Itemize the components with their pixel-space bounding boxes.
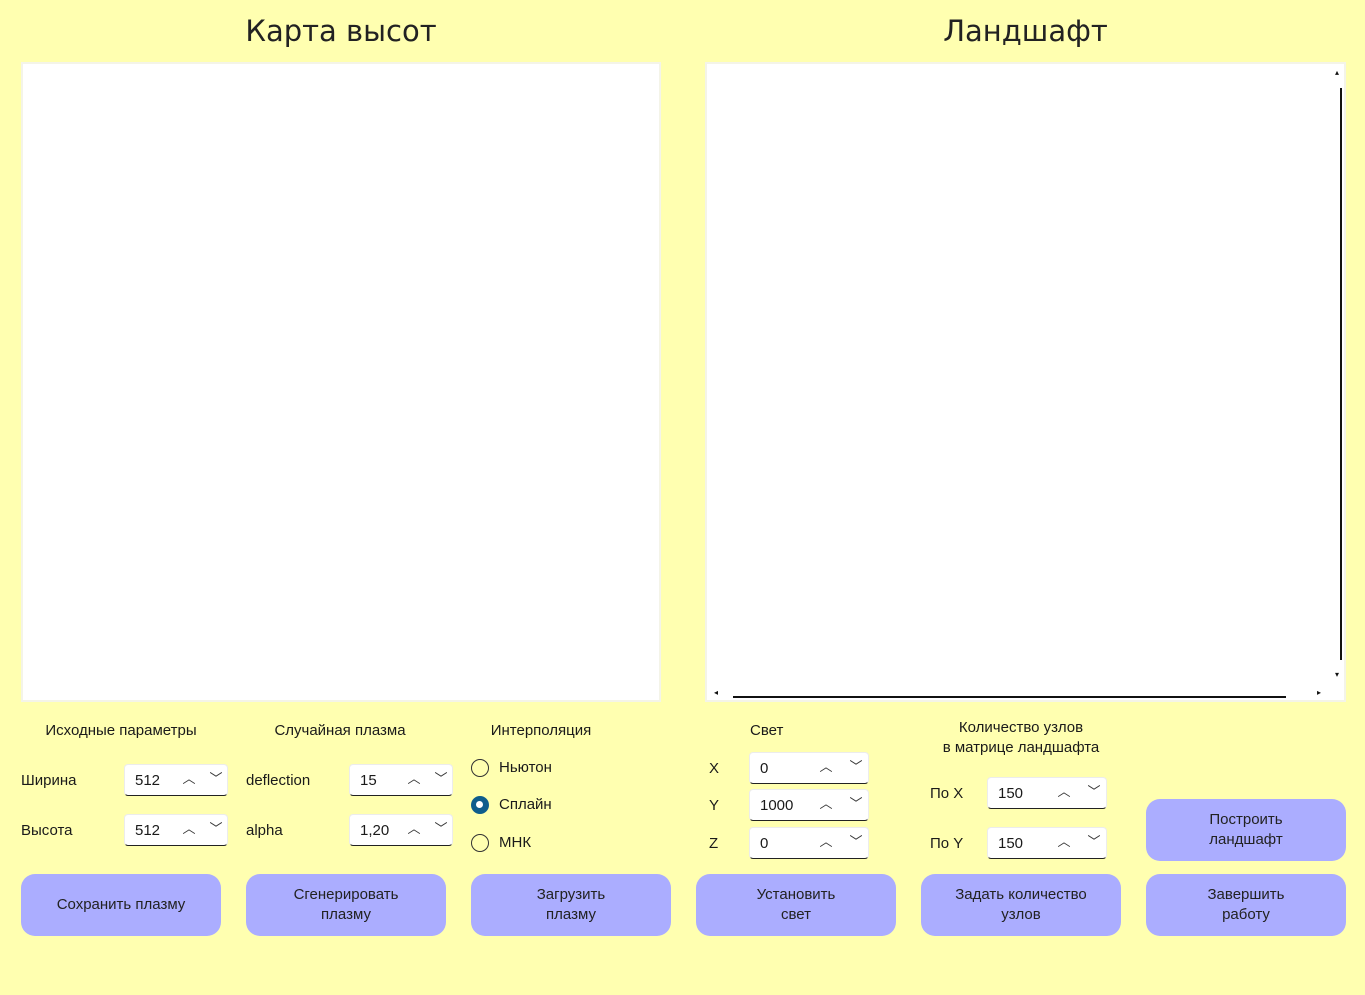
heightmap-canvas[interactable] [21, 62, 661, 702]
chevron-up-icon[interactable]: ︿ [180, 770, 198, 790]
chevron-down-icon[interactable]: ﹀ [207, 820, 225, 840]
deflection-value[interactable]: 15 [360, 772, 377, 789]
chevron-up-icon[interactable]: ︿ [180, 820, 198, 840]
chevron-up-icon[interactable]: ︿ [1055, 783, 1073, 803]
width-spinbox[interactable]: 512 ︿ ﹀ [124, 764, 228, 796]
deflection-spinbox[interactable]: 15 ︿ ﹀ [349, 764, 453, 796]
radio-spline[interactable]: Сплайн [471, 796, 591, 818]
radio-spline-label[interactable]: Сплайн [499, 796, 552, 813]
nodes-y-label: По Y [930, 835, 964, 852]
chevron-up-icon[interactable]: ︿ [1055, 833, 1073, 853]
height-label: Высота [21, 822, 73, 839]
chevron-up-icon[interactable]: ︿ [817, 833, 835, 853]
nodes-x-spinbox[interactable]: 150 ︿ ﹀ [987, 777, 1107, 809]
chevron-up-icon[interactable]: ︿ [817, 795, 835, 815]
heightmap-title: Карта высот [245, 14, 437, 48]
radio-lsm[interactable]: МНК [471, 834, 591, 856]
finish-button[interactable]: Завершить работу [1146, 874, 1346, 936]
light-z-spinbox[interactable]: 0 ︿ ﹀ [749, 827, 869, 859]
alpha-spinbox[interactable]: 1,20 ︿ ﹀ [349, 814, 453, 846]
height-value[interactable]: 512 [135, 822, 160, 839]
chevron-down-icon[interactable]: ﹀ [1085, 783, 1103, 803]
chevron-up-icon[interactable]: ︿ [817, 758, 835, 778]
chevron-down-icon[interactable]: ﹀ [847, 758, 865, 778]
chevron-down-icon[interactable]: ﹀ [847, 833, 865, 853]
light-x-spinbox[interactable]: 0 ︿ ﹀ [749, 752, 869, 784]
vertical-scroll-track[interactable] [1340, 88, 1342, 660]
width-label: Ширина [21, 772, 77, 789]
chevron-up-icon[interactable]: ︿ [405, 770, 423, 790]
light-x-label: X [709, 760, 720, 777]
set-nodes-button[interactable]: Задать количество узлов [921, 874, 1121, 936]
chevron-up-icon[interactable]: ︿ [405, 820, 423, 840]
chevron-down-icon[interactable]: ﹀ [432, 770, 450, 790]
scroll-left-arrow-icon[interactable]: ◂ [711, 688, 721, 698]
light-x-value[interactable]: 0 [760, 760, 768, 777]
landscape-canvas[interactable]: ▴ ▾ ◂ ▸ [705, 62, 1346, 702]
light-z-label: Z [709, 835, 719, 852]
chevron-down-icon[interactable]: ﹀ [847, 795, 865, 815]
scroll-down-arrow-icon[interactable]: ▾ [1332, 670, 1342, 680]
light-y-spinbox[interactable]: 1000 ︿ ﹀ [749, 789, 869, 821]
deflection-label: deflection [246, 772, 311, 789]
landscape-horizontal-scrollbar[interactable]: ◂ ▸ [711, 686, 1324, 698]
nodes-y-spinbox[interactable]: 150 ︿ ﹀ [987, 827, 1107, 859]
source-params-heading: Исходные параметры [45, 722, 197, 739]
scroll-up-arrow-icon[interactable]: ▴ [1332, 68, 1342, 78]
height-spinbox[interactable]: 512 ︿ ﹀ [124, 814, 228, 846]
load-plasma-button[interactable]: Загрузить плазму [471, 874, 671, 936]
nodes-x-label: По X [930, 785, 964, 802]
radio-button-icon[interactable] [471, 759, 489, 777]
random-plasma-heading: Случайная плазма [274, 722, 406, 739]
radio-button-selected-icon[interactable] [471, 796, 489, 814]
nodes-heading-line1: Количество узлов [958, 719, 1084, 736]
alpha-label: alpha [246, 822, 283, 839]
width-value[interactable]: 512 [135, 772, 160, 789]
light-y-value[interactable]: 1000 [760, 797, 793, 814]
chevron-down-icon[interactable]: ﹀ [432, 820, 450, 840]
alpha-value[interactable]: 1,20 [360, 822, 389, 839]
radio-newton-label[interactable]: Ньютон [499, 759, 552, 776]
landscape-vertical-scrollbar[interactable]: ▴ ▾ [1330, 68, 1342, 680]
light-heading: Свет [750, 722, 784, 739]
nodes-x-value[interactable]: 150 [998, 785, 1023, 802]
generate-plasma-button[interactable]: Сгенерировать плазму [246, 874, 446, 936]
scroll-right-arrow-icon[interactable]: ▸ [1314, 688, 1324, 698]
nodes-y-value[interactable]: 150 [998, 835, 1023, 852]
nodes-heading-line2: в матрице ландшафта [942, 739, 1100, 756]
radio-button-icon[interactable] [471, 834, 489, 852]
chevron-down-icon[interactable]: ﹀ [1085, 833, 1103, 853]
light-y-label: Y [709, 797, 720, 814]
build-landscape-button[interactable]: Построить ландшафт [1146, 799, 1346, 861]
horizontal-scroll-track[interactable] [733, 696, 1286, 698]
radio-newton[interactable]: Ньютон [471, 759, 591, 781]
set-light-button[interactable]: Установить свет [696, 874, 896, 936]
interpolation-heading: Интерполяция [490, 722, 592, 739]
landscape-title: Ландшафт [943, 14, 1108, 48]
chevron-down-icon[interactable]: ﹀ [207, 770, 225, 790]
save-plasma-button[interactable]: Сохранить плазму [21, 874, 221, 936]
radio-lsm-label[interactable]: МНК [499, 834, 531, 851]
light-z-value[interactable]: 0 [760, 835, 768, 852]
